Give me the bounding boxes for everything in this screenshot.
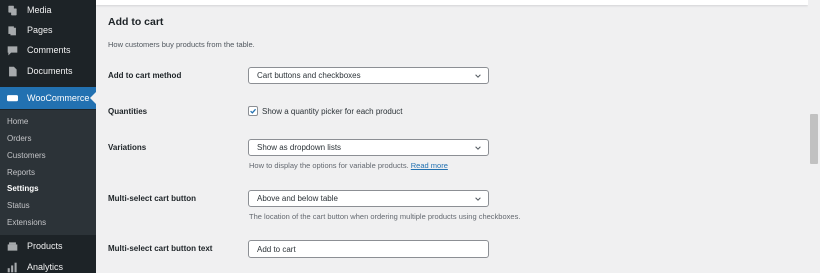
- sidebar-item-analytics[interactable]: Analytics: [0, 257, 96, 273]
- select-value: Cart buttons and checkboxes: [257, 71, 361, 80]
- submenu-item-customers[interactable]: Customers: [7, 151, 46, 160]
- select-value: Show as dropdown lists: [257, 143, 342, 152]
- admin-sidebar: Media Pages Comments Documents WooCommer…: [0, 0, 96, 273]
- chevron-down-icon: [475, 74, 481, 78]
- read-more-link[interactable]: Read more: [411, 161, 448, 170]
- variations-help-text: How to display the options for variable …: [249, 161, 409, 170]
- multi-select-button-text-label: Multi-select cart button text: [108, 244, 213, 253]
- woocommerce-submenu: Home Orders Customers Reports Settings S…: [0, 110, 96, 235]
- documents-icon: [6, 65, 18, 77]
- sidebar-item-label: Comments: [27, 45, 71, 55]
- sidebar-item-media[interactable]: Media: [0, 0, 96, 20]
- sidebar-item-documents[interactable]: Documents: [0, 61, 96, 81]
- woocommerce-icon: [6, 92, 18, 104]
- section-title: Add to cart: [108, 16, 164, 28]
- multi-select-button-help: The location of the cart button when ord…: [249, 212, 521, 221]
- sidebar-item-label: Pages: [27, 25, 53, 35]
- add-to-cart-method-select[interactable]: Cart buttons and checkboxes: [248, 67, 489, 84]
- chevron-down-icon: [475, 146, 481, 150]
- variations-help: How to display the options for variable …: [249, 161, 448, 170]
- submenu-item-reports[interactable]: Reports: [7, 168, 35, 177]
- variations-label: Variations: [108, 143, 147, 152]
- sidebar-item-label: Analytics: [27, 262, 64, 272]
- sidebar-item-label: Products: [27, 241, 63, 251]
- quantity-picker-checkbox[interactable]: [248, 106, 258, 116]
- sidebar-item-comments[interactable]: Comments: [0, 40, 96, 60]
- section-description: How customers buy products from the tabl…: [108, 40, 255, 49]
- products-icon: [6, 240, 18, 252]
- scrollbar-thumb[interactable]: [810, 114, 818, 164]
- quantity-picker-checkbox-label[interactable]: Show a quantity picker for each product: [262, 107, 403, 116]
- sidebar-item-label: Documents: [27, 66, 73, 76]
- submenu-item-orders[interactable]: Orders: [7, 134, 31, 143]
- submenu-item-extensions[interactable]: Extensions: [7, 218, 46, 227]
- select-value: Above and below table: [257, 194, 338, 203]
- current-menu-arrow: [90, 92, 96, 104]
- pages-icon: [6, 24, 18, 36]
- multi-select-button-select[interactable]: Above and below table: [248, 190, 489, 207]
- multi-select-button-label: Multi-select cart button: [108, 194, 197, 203]
- sidebar-item-label: WooCommerce: [27, 93, 90, 103]
- submenu-item-home[interactable]: Home: [7, 117, 28, 126]
- multi-select-button-text-input[interactable]: Add to cart: [248, 240, 489, 258]
- previous-card-edge: [96, 0, 808, 5]
- comments-icon: [6, 44, 18, 56]
- sidebar-item-woocommerce[interactable]: WooCommerce: [0, 87, 96, 109]
- sidebar-item-pages[interactable]: Pages: [0, 20, 96, 40]
- analytics-icon: [6, 261, 18, 273]
- media-icon: [6, 4, 18, 16]
- quantities-label: Quantities: [108, 107, 148, 116]
- variations-select[interactable]: Show as dropdown lists: [248, 139, 489, 156]
- chevron-down-icon: [475, 197, 481, 201]
- add-to-cart-method-label: Add to cart method: [108, 71, 182, 80]
- sidebar-item-label: Media: [27, 5, 52, 15]
- sidebar-item-products[interactable]: Products: [0, 236, 96, 256]
- checkmark-icon: [250, 108, 257, 114]
- submenu-item-settings[interactable]: Settings: [7, 184, 39, 193]
- submenu-item-status[interactable]: Status: [7, 201, 30, 210]
